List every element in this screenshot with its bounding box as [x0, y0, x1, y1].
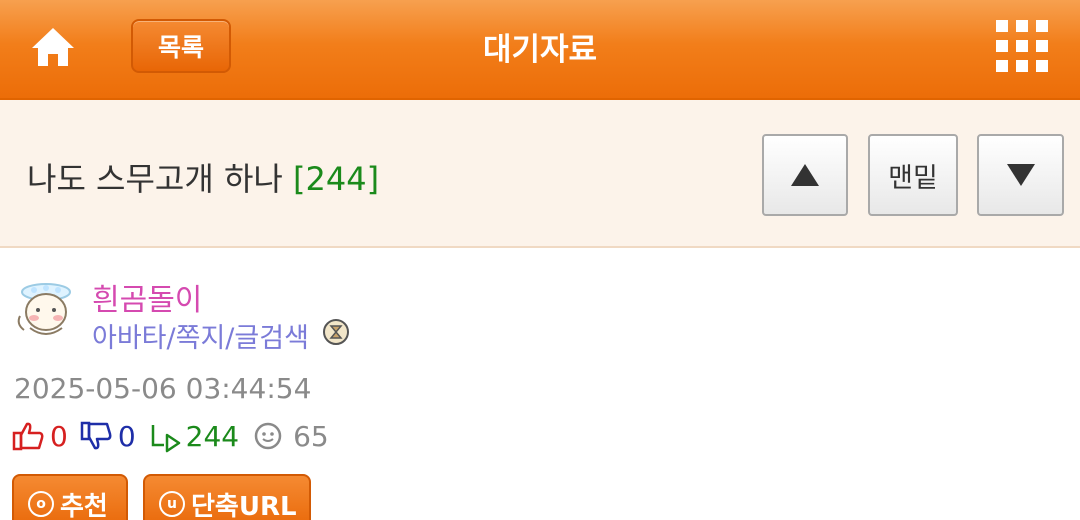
post-date: 2025-05-06 03:44:54	[14, 372, 312, 405]
thumbs-up-icon	[12, 422, 44, 451]
author-links[interactable]: 아바타/쪽지/글검색	[92, 316, 309, 355]
author-name[interactable]: 흰곰돌이	[92, 275, 202, 319]
triangle-up-icon	[791, 164, 819, 186]
views: 65	[251, 419, 329, 453]
top-header: 목록 대기자료	[0, 0, 1080, 100]
grid-menu-icon[interactable]	[996, 20, 1048, 72]
triangle-down-icon	[1006, 164, 1035, 186]
upvote[interactable]: 0	[12, 419, 68, 453]
scroll-up-button[interactable]	[762, 134, 848, 216]
level-badge-icon	[322, 318, 350, 346]
recommend-button[interactable]: o 추천	[12, 474, 128, 520]
view-count: 65	[293, 419, 329, 453]
thumbs-down-icon	[80, 421, 112, 450]
downvote-count: 0	[117, 419, 136, 453]
downvote[interactable]: 0	[80, 419, 136, 453]
post-reply-count: [244]	[293, 160, 380, 198]
short-url-label: 단축URL	[191, 491, 297, 520]
post-title: 나도 스무고개 하나 [244]	[27, 154, 379, 200]
post-title-text: 나도 스무고개 하나	[27, 160, 283, 198]
replies: 244	[148, 419, 239, 453]
short-url-button[interactable]: u 단축URL	[143, 474, 311, 520]
reply-count: 244	[185, 419, 240, 453]
bear-avatar-icon[interactable]	[14, 276, 78, 342]
recommend-icon: o	[28, 491, 54, 517]
page-title: 대기자료	[482, 32, 598, 68]
post-title-bar: 나도 스무고개 하나 [244] 맨밑	[0, 100, 1080, 248]
short-url-icon: u	[159, 491, 185, 517]
upvote-count: 0	[50, 419, 68, 453]
scroll-down-button[interactable]	[977, 134, 1064, 216]
post-stats: 0 0 244 65	[12, 418, 341, 454]
smiley-icon	[254, 422, 282, 450]
reply-arrow-icon	[151, 425, 180, 453]
go-bottom-button[interactable]: 맨밑	[868, 134, 958, 216]
recommend-label: 추천	[60, 491, 108, 520]
